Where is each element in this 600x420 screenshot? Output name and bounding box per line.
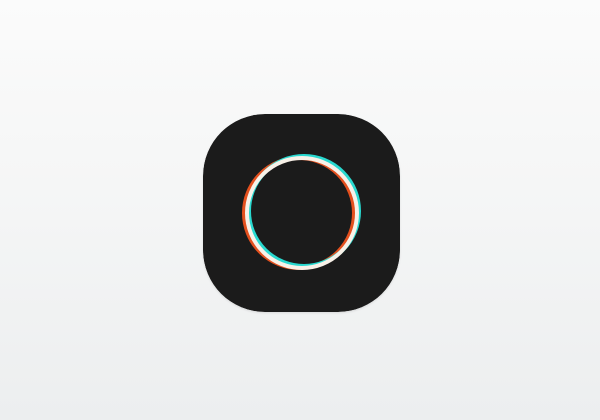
app-icon-tile[interactable]	[203, 114, 400, 312]
icon-tile-background	[203, 114, 400, 312]
ring-logo-icon	[203, 114, 400, 312]
